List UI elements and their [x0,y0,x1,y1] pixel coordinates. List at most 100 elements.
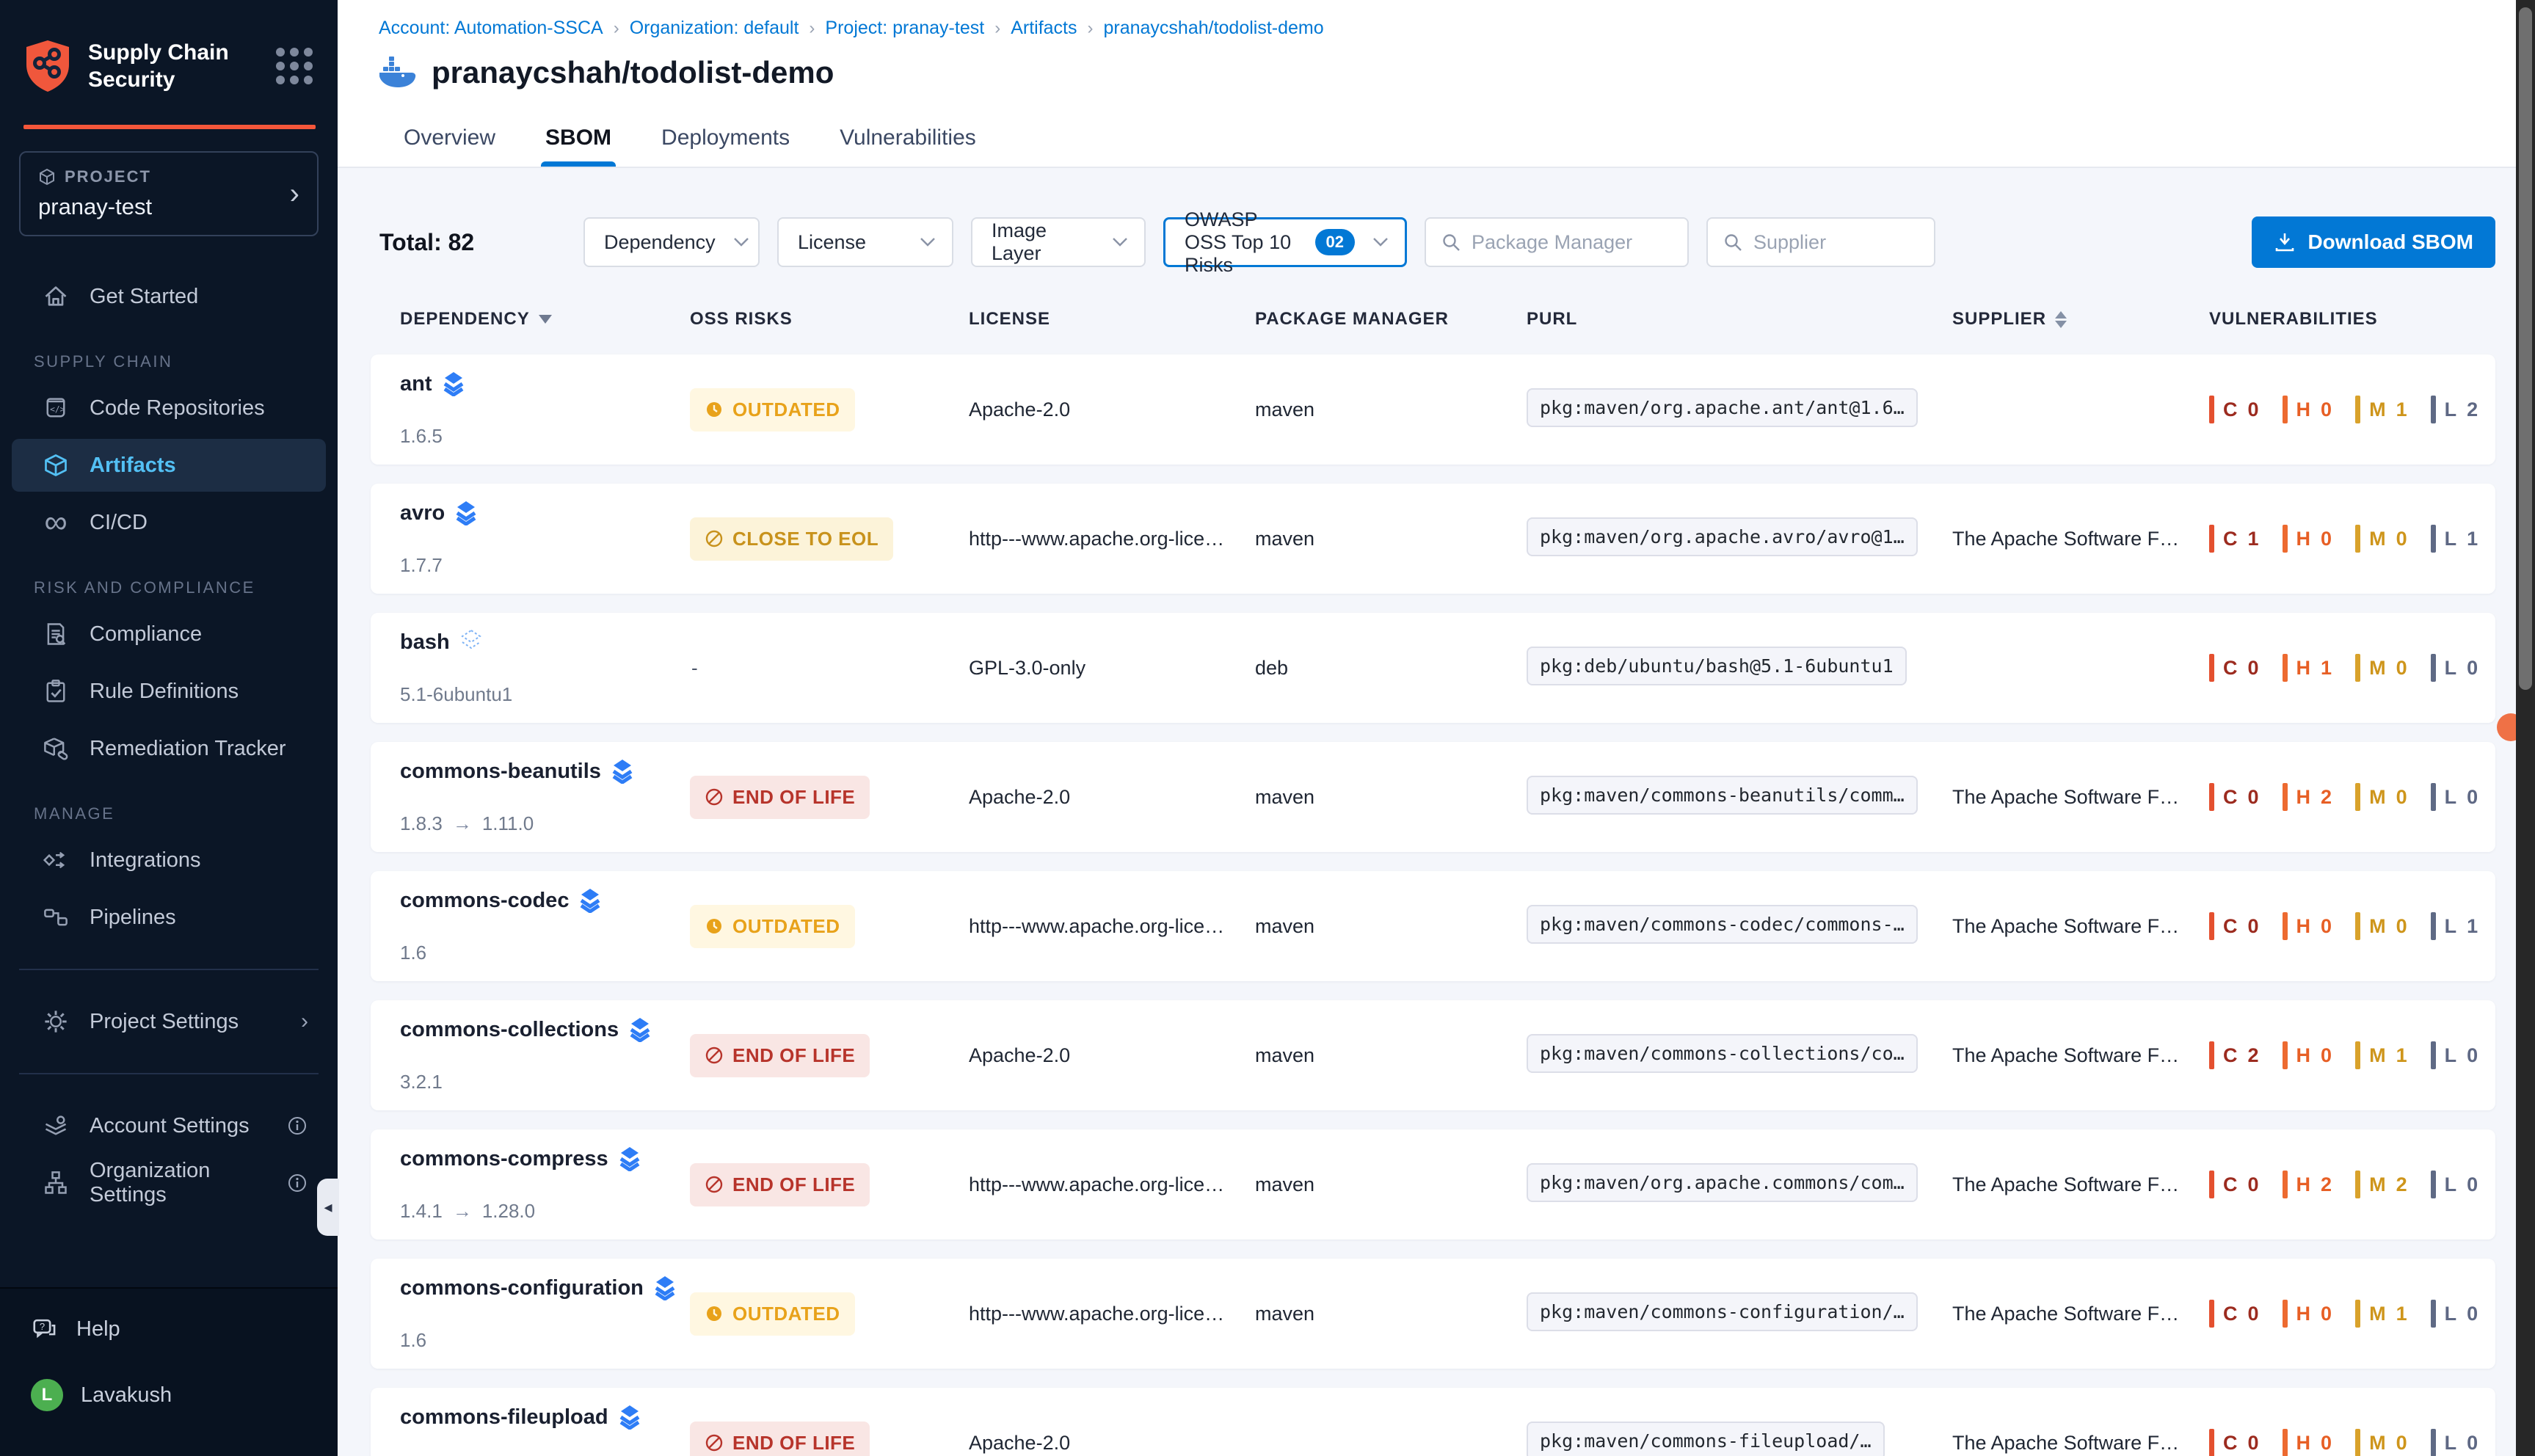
table-row[interactable]: commons-compress 1.4.11.28.0 END OF LIFE… [371,1129,2495,1240]
search-icon [1723,232,1743,252]
dependency-name[interactable]: commons-configuration [400,1276,644,1300]
breadcrumb-organization[interactable]: Organization: default [630,18,799,39]
column-supplier[interactable]: SUPPLIER [1952,309,2209,330]
table-row[interactable]: commons-collections 3.2.1 END OF LIFE Ap… [371,1000,2495,1110]
sidebar-item-cicd[interactable]: ∞ CI/CD [12,496,326,549]
dependency-name[interactable]: bash [400,630,450,655]
package-manager-search-input[interactable] [1472,231,1673,254]
chevron-right-icon: › [290,179,299,208]
avatar: L [31,1379,63,1411]
layers-dashed-icon [460,630,482,655]
chevron-right-icon: › [301,1009,308,1034]
license-value: Apache-2.0 [969,1432,1255,1455]
supplier-search[interactable] [1706,217,1935,267]
table-row[interactable]: commons-fileupload END OF LIFE Apache-2.… [371,1388,2495,1456]
sidebar-collapse-handle[interactable]: ◂ [317,1179,339,1236]
vulnerability-counts[interactable]: C0 H2 M2 L0 [2209,1171,2495,1198]
tab-deployments[interactable]: Deployments [636,115,815,167]
vulnerability-counts[interactable]: C0 H0 M0 L1 [2209,912,2495,940]
purl-value[interactable]: pkg:maven/commons-configuration/… [1527,1292,1918,1331]
supply-chain-security-logo [23,38,72,94]
tab-vulnerabilities[interactable]: Vulnerabilities [815,115,1001,167]
user-menu[interactable]: L Lavakush [0,1369,338,1421]
purl-value[interactable]: pkg:maven/commons-codec/commons-… [1527,905,1918,944]
vulnerability-counts[interactable]: C0 H1 M0 L0 [2209,654,2495,682]
layers-icon [619,1146,641,1171]
purl-value[interactable]: pkg:maven/org.apache.commons/com… [1527,1163,1918,1202]
tab-sbom[interactable]: SBOM [520,115,636,167]
supplier-search-input[interactable] [1753,231,1919,254]
vulnerability-counts[interactable]: C2 H0 M1 L0 [2209,1041,2495,1069]
download-sbom-button[interactable]: Download SBOM [2252,216,2495,268]
dependency-name[interactable]: avro [400,501,445,525]
column-dependency[interactable]: DEPENDENCY [400,309,690,330]
purl-value[interactable]: pkg:maven/org.apache.ant/ant@1.6… [1527,388,1918,427]
vulnerability-counts[interactable]: C0 H2 M0 L0 [2209,783,2495,811]
dependency-name[interactable]: commons-beanutils [400,760,601,784]
sidebar-item-account-settings[interactable]: Account Settings [12,1099,326,1152]
vulnerability-counts[interactable]: C0 H0 M0 L0 [2209,1429,2495,1456]
table-row[interactable]: avro 1.7.7 CLOSE TO EOL http---www.apach… [371,484,2495,594]
pipelines-icon [41,903,70,932]
dropdown-label: Dependency [604,231,716,254]
cube-icon [38,168,56,186]
breadcrumb-artifacts[interactable]: Artifacts [1011,18,1077,39]
purl-value[interactable]: pkg:deb/ubuntu/bash@5.1-6ubuntu1 [1527,647,1907,685]
help-label: Help [76,1317,120,1342]
supplier-value: The Apache Software Foun… [1952,1303,2209,1325]
sidebar-item-integrations[interactable]: Integrations [12,834,326,887]
vulnerability-counts[interactable]: C0 H0 M1 L0 [2209,1300,2495,1328]
breadcrumb-project[interactable]: Project: pranay-test [825,18,984,39]
license-filter-dropdown[interactable]: License [777,217,953,267]
table-row[interactable]: ant 1.6.5 OUTDATED Apache-2.0 maven pkg:… [371,354,2495,465]
image-layer-filter-dropdown[interactable]: Image Layer [971,217,1146,267]
purl-value[interactable]: pkg:maven/commons-collections/co… [1527,1034,1918,1073]
table-row[interactable]: bash 5.1-6ubuntu1 - GPL-3.0-only deb pkg… [371,613,2495,723]
table-row[interactable]: commons-codec 1.6 OUTDATED http---www.ap… [371,871,2495,981]
purl-value[interactable]: pkg:maven/commons-beanutils/comm… [1527,776,1918,815]
sidebar-item-compliance[interactable]: Compliance [12,608,326,660]
dependency-name[interactable]: commons-collections [400,1018,619,1042]
total-count: Total: 82 [379,229,583,256]
sidebar-item-organization-settings[interactable]: Organization Settings [12,1157,326,1209]
dependency-version: 1.6.5 [400,425,443,448]
dependency-name[interactable]: commons-compress [400,1147,608,1171]
dependency-name[interactable]: commons-fileupload [400,1405,608,1430]
tab-overview[interactable]: Overview [379,115,520,167]
sidebar-item-code-repositories[interactable]: </> Code Repositories [12,382,326,434]
project-selector[interactable]: PROJECT pranay-test › [19,151,319,236]
license-value: http---www.apache.org-lice… [969,1173,1255,1196]
dependency-name[interactable]: ant [400,372,432,396]
sidebar-item-rule-definitions[interactable]: Rule Definitions [12,665,326,718]
license-value: Apache-2.0 [969,1044,1255,1067]
document-search-icon [41,619,70,649]
breadcrumb-artifact-name[interactable]: pranaycshah/todolist-demo [1103,18,1323,39]
sidebar-item-pipelines[interactable]: Pipelines [12,891,326,944]
table-row[interactable]: commons-beanutils 1.8.31.11.0 END OF LIF… [371,742,2495,852]
vertical-scrollbar[interactable] [2516,0,2535,1456]
purl-value[interactable]: pkg:maven/commons-fileupload/… [1527,1422,1885,1456]
dependency-filter-dropdown[interactable]: Dependency [583,217,760,267]
help-button[interactable]: ? Help [0,1303,338,1355]
table-row[interactable]: commons-configuration 1.6 OUTDATED http-… [371,1259,2495,1369]
sidebar-item-artifacts[interactable]: Artifacts [12,439,326,492]
sidebar-item-remediation-tracker[interactable]: Remediation Tracker [12,722,326,775]
sidebar-item-project-settings[interactable]: Project Settings › [12,995,326,1048]
purl-value[interactable]: pkg:maven/org.apache.avro/avro@1… [1527,517,1918,556]
dependency-name[interactable]: commons-codec [400,889,569,913]
dropdown-label: License [798,231,866,254]
owasp-filter-dropdown[interactable]: OWASP OSS Top 10 Risks 02 [1163,217,1407,267]
vulnerability-counts[interactable]: C0 H0 M1 L2 [2209,396,2495,423]
sbom-panel: Total: 82 Dependency License Image Layer… [338,168,2535,1456]
code-repository-icon: </> [41,393,70,423]
page-title: pranaycshah/todolist-demo [432,55,834,90]
app-switcher-icon[interactable] [276,48,316,84]
dependency-version: 1.6 [400,1329,426,1352]
sidebar-item-get-started[interactable]: Get Started [12,270,326,323]
package-manager-value: maven [1255,528,1527,550]
scrollbar-thumb[interactable] [2519,7,2532,690]
tab-bar: Overview SBOM Deployments Vulnerabilitie… [379,115,2535,167]
package-manager-search[interactable] [1425,217,1689,267]
vulnerability-counts[interactable]: C1 H0 M0 L1 [2209,525,2495,553]
breadcrumb-account[interactable]: Account: Automation-SSCA [379,18,603,39]
